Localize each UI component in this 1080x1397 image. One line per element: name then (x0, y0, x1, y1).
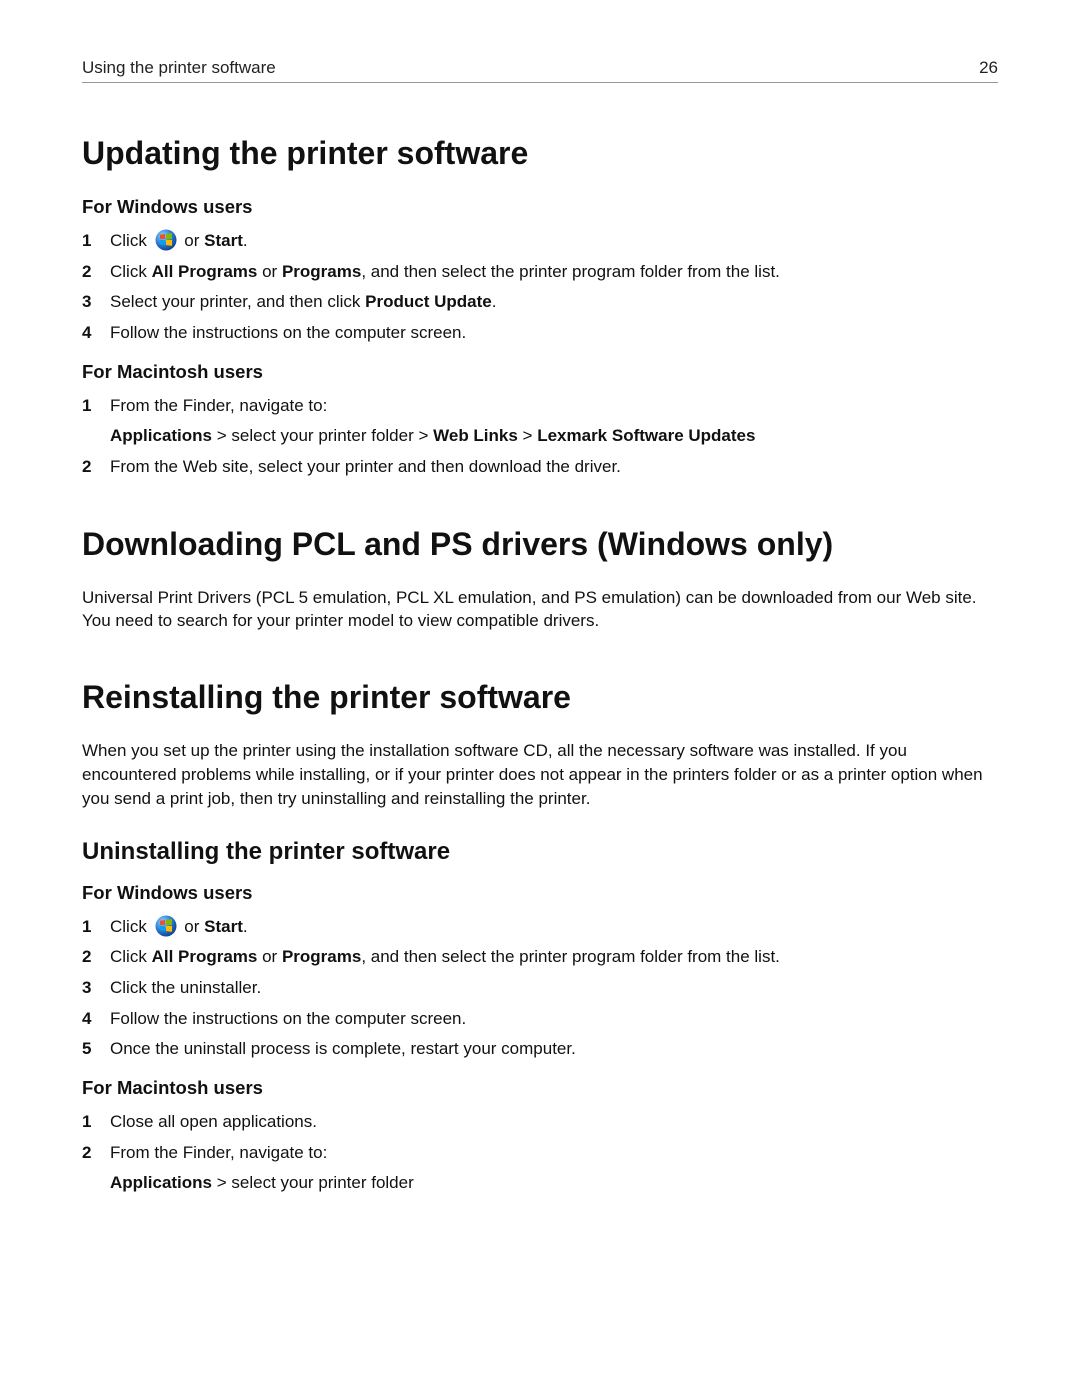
step-bold: Start (204, 231, 243, 250)
heading-uninstall-mac: For Macintosh users (82, 1076, 998, 1100)
update-windows-steps: 1 Click or Start. 2 Click All Programs o (82, 229, 998, 346)
list-item: 2 From the Web site, select your printer… (82, 455, 998, 480)
step-bold: Web Links (433, 426, 518, 445)
step-text: or (257, 262, 282, 281)
reinstall-body: When you set up the printer using the in… (82, 739, 998, 810)
document-page: Using the printer software 26 Updating t… (0, 0, 1080, 1397)
list-number: 1 (82, 1110, 102, 1135)
list-number: 4 (82, 321, 102, 346)
list-number: 1 (82, 915, 102, 940)
uninstall-mac-steps: 1 Close all open applications. 2 From th… (82, 1110, 998, 1196)
step-bold: All Programs (152, 947, 258, 966)
heading-update-windows: For Windows users (82, 195, 998, 219)
list-item: 3 Click the uninstaller. (82, 976, 998, 1001)
step-subline: Applications > select your printer folde… (110, 1171, 998, 1196)
list-number: 3 (82, 976, 102, 1001)
step-bold: All Programs (152, 262, 258, 281)
step-text: From the Web site, select your printer a… (110, 457, 621, 476)
step-text: . (243, 231, 248, 250)
step-text: Click (110, 231, 152, 250)
list-number: 2 (82, 260, 102, 285)
step-text: Follow the instructions on the computer … (110, 1009, 466, 1028)
step-text: , and then select the printer program fo… (361, 262, 780, 281)
step-text: or (184, 231, 204, 250)
step-text: > select your printer folder (212, 1173, 414, 1192)
step-text: From the Finder, navigate to: (110, 396, 327, 415)
list-item: 2 Click All Programs or Programs, and th… (82, 945, 998, 970)
step-text: > select your printer folder > (212, 426, 433, 445)
heading-updating: Updating the printer software (82, 133, 998, 173)
list-number: 1 (82, 394, 102, 419)
step-text: , and then select the printer program fo… (361, 947, 780, 966)
step-text: Click the uninstaller. (110, 978, 261, 997)
list-item: 1 Click or Start. (82, 915, 998, 940)
running-header: Using the printer software 26 (82, 58, 998, 83)
list-item: 5 Once the uninstall process is complete… (82, 1037, 998, 1062)
list-number: 3 (82, 290, 102, 315)
list-item: 2 From the Finder, navigate to: Applicat… (82, 1141, 998, 1196)
list-number: 4 (82, 1007, 102, 1032)
header-title: Using the printer software (82, 58, 276, 78)
list-item: 2 Click All Programs or Programs, and th… (82, 260, 998, 285)
step-text: or (184, 917, 204, 936)
list-item: 1 Click or Start. (82, 229, 998, 254)
list-item: 3 Select your printer, and then click Pr… (82, 290, 998, 315)
list-item: 1 Close all open applications. (82, 1110, 998, 1135)
step-text: Select your printer, and then click (110, 292, 365, 311)
step-text: Click (110, 947, 152, 966)
list-number: 2 (82, 945, 102, 970)
step-text: From the Finder, navigate to: (110, 1143, 327, 1162)
list-number: 2 (82, 1141, 102, 1166)
list-item: 4 Follow the instructions on the compute… (82, 321, 998, 346)
update-mac-steps: 1 From the Finder, navigate to: Applicat… (82, 394, 998, 480)
list-number: 1 (82, 229, 102, 254)
step-bold: Programs (282, 947, 361, 966)
step-text: . (492, 292, 497, 311)
heading-uninstalling: Uninstalling the printer software (82, 837, 998, 867)
header-page-number: 26 (979, 58, 998, 78)
step-text: > (518, 426, 537, 445)
list-item: 1 From the Finder, navigate to: Applicat… (82, 394, 998, 449)
heading-downloading: Downloading PCL and PS drivers (Windows … (82, 524, 998, 564)
step-text: Click (110, 917, 152, 936)
step-text: or (257, 947, 282, 966)
download-body: Universal Print Drivers (PCL 5 emulation… (82, 586, 998, 634)
step-bold: Programs (282, 262, 361, 281)
step-bold: Start (204, 917, 243, 936)
list-number: 5 (82, 1037, 102, 1062)
windows-start-orb-icon (155, 229, 177, 251)
step-text: Click (110, 262, 152, 281)
step-text: Close all open applications. (110, 1112, 317, 1131)
step-bold: Lexmark Software Updates (537, 426, 755, 445)
step-text: . (243, 917, 248, 936)
windows-start-orb-icon (155, 915, 177, 937)
step-text: Once the uninstall process is complete, … (110, 1039, 576, 1058)
heading-uninstall-windows: For Windows users (82, 881, 998, 905)
step-bold: Applications (110, 426, 212, 445)
uninstall-windows-steps: 1 Click or Start. 2 Click All Programs o (82, 915, 998, 1062)
step-text: Follow the instructions on the computer … (110, 323, 466, 342)
heading-update-mac: For Macintosh users (82, 360, 998, 384)
list-item: 4 Follow the instructions on the compute… (82, 1007, 998, 1032)
step-bold: Product Update (365, 292, 492, 311)
step-bold: Applications (110, 1173, 212, 1192)
heading-reinstalling: Reinstalling the printer software (82, 677, 998, 717)
step-subline: Applications > select your printer folde… (110, 424, 998, 449)
list-number: 2 (82, 455, 102, 480)
